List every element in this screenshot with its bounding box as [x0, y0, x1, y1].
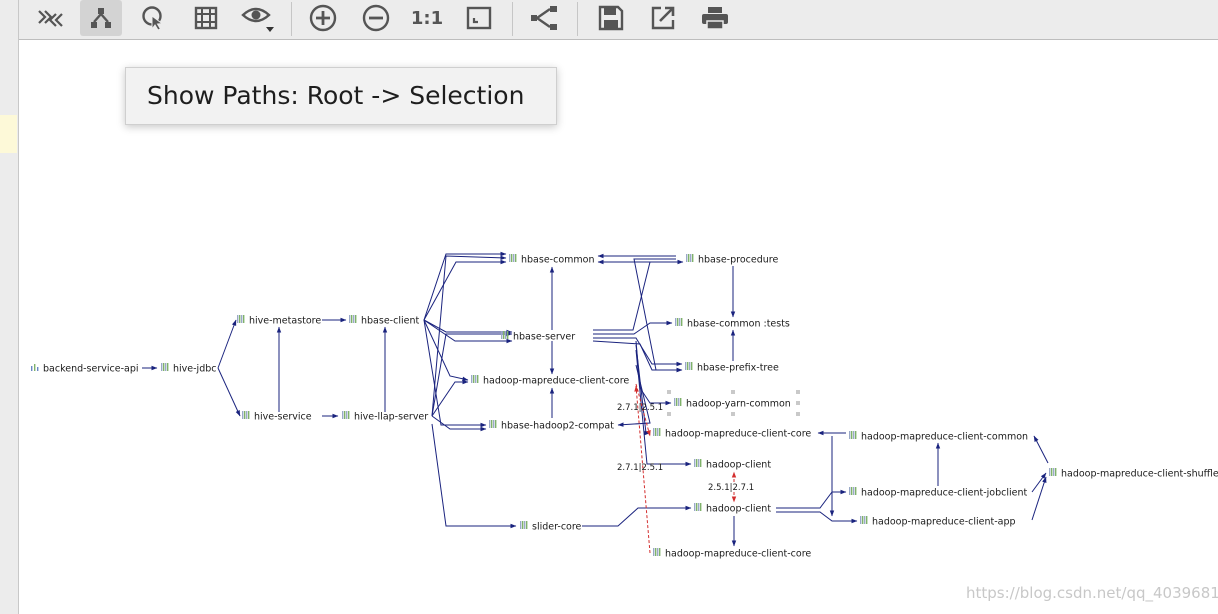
graph-edges [142, 251, 1049, 554]
graph-node-label: hadoop-mapreduce-client-core [483, 376, 629, 387]
graph-node-label: hbase-server [513, 332, 575, 343]
maven-artifact-icon [694, 459, 702, 467]
graph-node-hive-service[interactable]: hive-service [242, 411, 312, 423]
maven-artifact-icon [237, 315, 245, 323]
graph-node-hbase-prefix-tree[interactable]: hbase-prefix-tree [685, 362, 779, 374]
graph-node-label: hive-llap-server [354, 412, 428, 423]
maven-artifact-icon [860, 516, 868, 524]
graph-node-hadoop-mapreduce-client-core-1[interactable]: hadoop-mapreduce-client-core [471, 375, 629, 387]
module-icon [31, 364, 39, 371]
graph-node-label: hive-service [254, 412, 312, 423]
maven-artifact-icon [342, 411, 350, 419]
maven-artifact-icon [520, 521, 528, 529]
graph-node-hadoop-client-2[interactable]: hadoop-client [694, 503, 771, 515]
graph-node-hadoop-mapreduce-client-shuffle[interactable]: hadoop-mapreduce-client-shuffle [1049, 468, 1218, 480]
version-label: 2.7.1|2.5.1 [617, 463, 663, 473]
maven-artifact-icon [1049, 468, 1057, 476]
tooltip-text: Show Paths: Root -> Selection [147, 81, 525, 110]
maven-artifact-icon [242, 411, 250, 419]
graph-node-label: slider-core [532, 522, 582, 533]
version-label: 2.5.1|2.7.1 [708, 483, 754, 493]
maven-artifact-icon [471, 375, 479, 383]
graph-node-label: backend-service-api [43, 364, 139, 375]
graph-node-hadoop-yarn-common[interactable]: hadoop-yarn-common [674, 398, 791, 410]
graph-node-hbase-server[interactable]: hbase-server [501, 331, 575, 343]
graph-node-label: hbase-common [521, 255, 594, 266]
graph-node-label: hadoop-mapreduce-client-core [665, 549, 811, 560]
graph-node-label: hadoop-yarn-common [686, 399, 791, 410]
graph-node-label: hadoop-mapreduce-client-core [665, 429, 811, 440]
graph-node-label: hbase-hadoop2-compat [501, 421, 614, 432]
graph-node-label: hbase-prefix-tree [697, 363, 779, 374]
graph-node-label: hadoop-client [706, 504, 771, 515]
graph-node-hadoop-mapreduce-client-jobclient[interactable]: hadoop-mapreduce-client-jobclient [849, 487, 1028, 499]
watermark: https://blog.csdn.net/qq_40396818 [966, 584, 1218, 602]
maven-artifact-icon [685, 362, 693, 370]
graph-node-label: hadoop-mapreduce-client-jobclient [861, 488, 1028, 499]
version-label: 2.7.1|2.5.1 [617, 403, 663, 413]
maven-artifact-icon [349, 315, 357, 323]
graph-node-hadoop-client-1[interactable]: hadoop-client [694, 459, 771, 471]
maven-artifact-icon [509, 254, 517, 262]
graph-node-hadoop-mapreduce-client-common[interactable]: hadoop-mapreduce-client-common [849, 431, 1028, 443]
graph-node-hbase-client[interactable]: hbase-client [349, 315, 419, 327]
graph-node-label: hadoop-mapreduce-client-common [861, 432, 1028, 443]
graph-node-backend-service-api[interactable]: backend-service-api [31, 364, 139, 375]
maven-artifact-icon [161, 363, 169, 371]
maven-artifact-icon [674, 398, 682, 406]
graph-node-hadoop-mapreduce-client-core-2[interactable]: hadoop-mapreduce-client-core [653, 428, 811, 440]
graph-node-label: hadoop-client [706, 460, 771, 471]
graph-node-label: hive-jdbc [173, 364, 216, 375]
maven-artifact-icon [653, 428, 661, 436]
maven-artifact-icon [849, 431, 857, 439]
maven-artifact-icon [489, 420, 497, 428]
graph-node-hive-llap-server[interactable]: hive-llap-server [342, 411, 428, 423]
graph-node-hbase-common[interactable]: hbase-common [509, 254, 594, 266]
maven-artifact-icon [694, 503, 702, 511]
maven-artifact-icon [675, 318, 683, 326]
graph-node-hive-jdbc[interactable]: hive-jdbc [161, 363, 216, 375]
graph-node-hbase-common-tests[interactable]: hbase-common :tests [675, 318, 790, 330]
graph-node-label: hbase-common :tests [687, 319, 790, 330]
maven-artifact-icon [653, 548, 661, 556]
graph-node-hadoop-mapreduce-client-app[interactable]: hadoop-mapreduce-client-app [860, 516, 1016, 528]
maven-artifact-icon [686, 254, 694, 262]
maven-artifact-icon [849, 487, 857, 495]
graph-node-hbase-hadoop2-compat[interactable]: hbase-hadoop2-compat [489, 420, 614, 432]
graph-node-label: hbase-procedure [698, 255, 778, 266]
graph-node-hadoop-mapreduce-client-core-3[interactable]: hadoop-mapreduce-client-core [653, 548, 811, 560]
graph-node-label: hadoop-mapreduce-client-shuffle [1061, 469, 1218, 480]
graph-node-label: hive-metastore [249, 316, 321, 327]
graph-node-hbase-procedure[interactable]: hbase-procedure [686, 254, 778, 266]
graph-node-hive-metastore[interactable]: hive-metastore [237, 315, 321, 327]
tooltip: Show Paths: Root -> Selection [125, 67, 557, 125]
graph-node-label: hbase-client [361, 316, 419, 327]
graph-node-slider-core[interactable]: slider-core [520, 521, 582, 533]
graph-node-label: hadoop-mapreduce-client-app [872, 517, 1016, 528]
